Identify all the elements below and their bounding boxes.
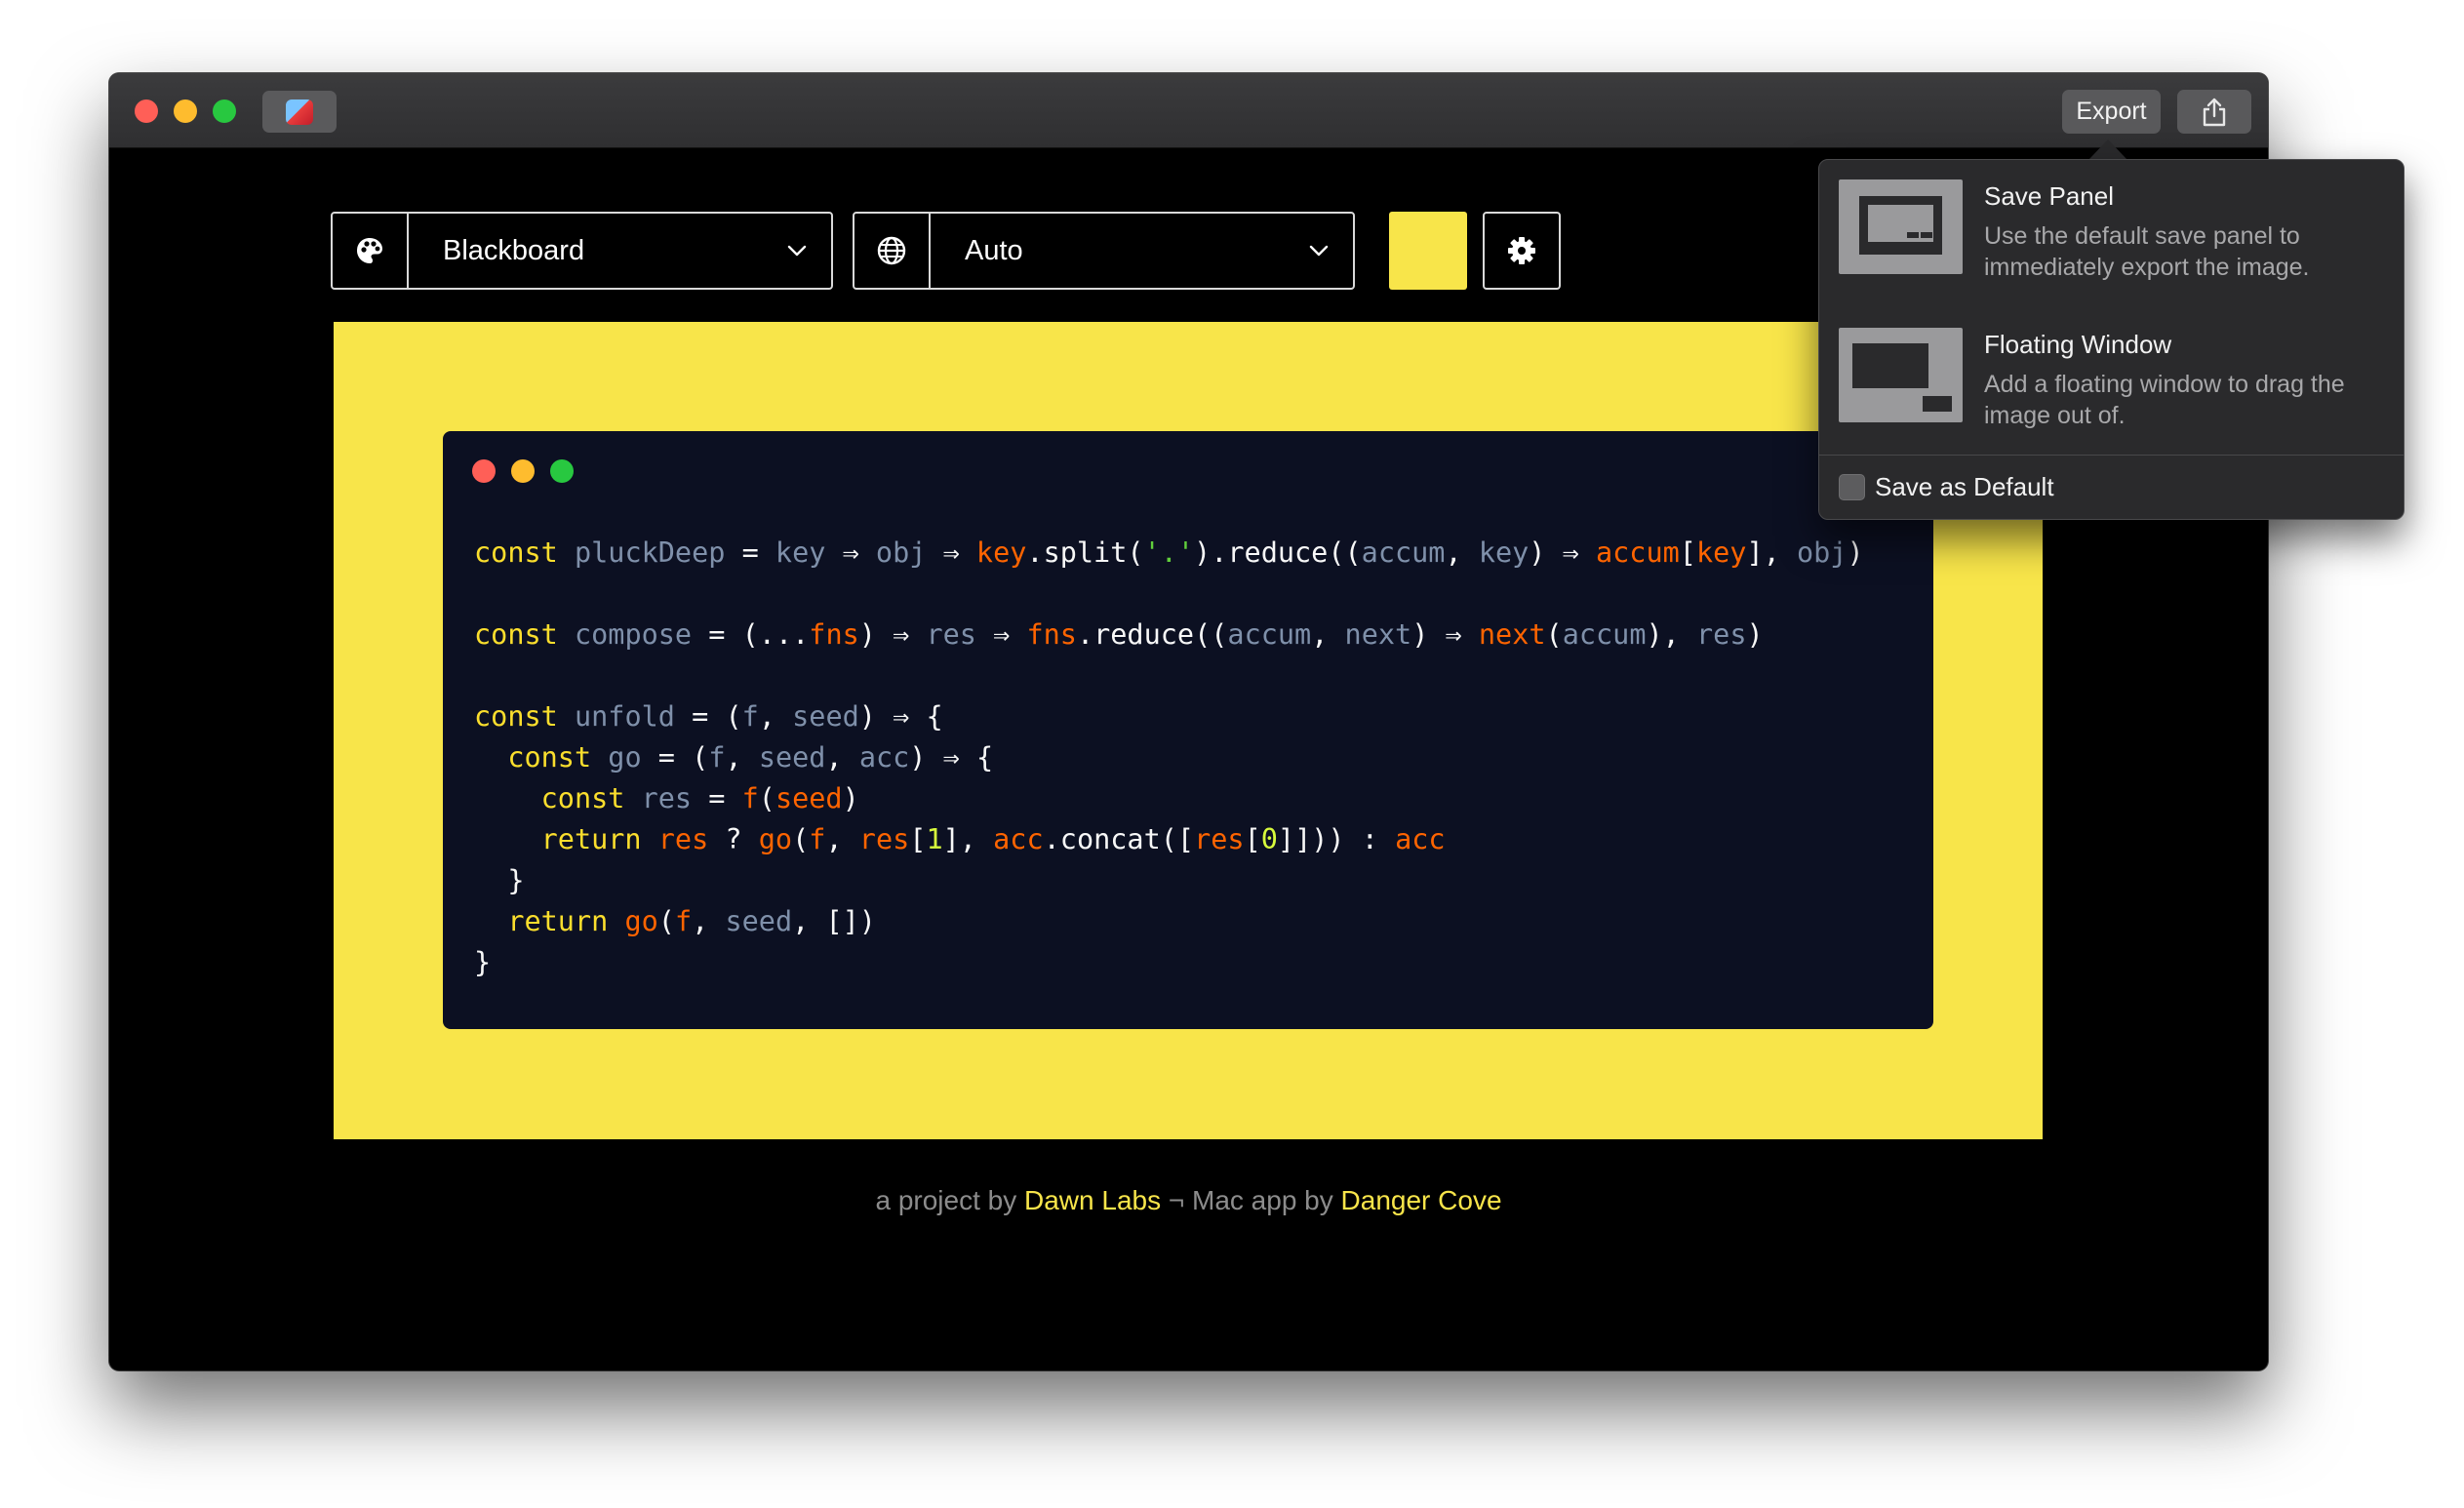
floating-window-description: Add a floating window to drag the image … xyxy=(1984,371,2345,429)
palette-icon xyxy=(333,214,409,288)
dawn-labs-link[interactable]: Dawn Labs xyxy=(1024,1185,1161,1215)
share-icon xyxy=(2203,98,2226,126)
image-canvas: const pluckDeep = key ⇒ obj ⇒ key.split(… xyxy=(334,322,2043,1139)
code-window-red-dot xyxy=(472,459,496,483)
zoom-window-button[interactable] xyxy=(213,99,236,123)
code-window-yellow-dot xyxy=(511,459,535,483)
code-line: const go = (f, seed, acc) ⇒ { xyxy=(507,741,994,774)
code-line: const unfold = (f, seed) ⇒ { xyxy=(474,700,943,733)
save-as-default-label: Save as Default xyxy=(1875,472,2054,501)
theme-dropdown[interactable]: Blackboard xyxy=(331,212,833,290)
code-line: const res = f(seed) xyxy=(540,782,859,814)
danger-cove-link[interactable]: Danger Cove xyxy=(1341,1185,1502,1215)
footer: a project by Dawn Labs ¬ Mac app by Dang… xyxy=(109,1185,2268,1216)
theme-select-value: Blackboard xyxy=(443,234,585,266)
app-icon-button[interactable] xyxy=(262,91,337,133)
background-color-picker[interactable] xyxy=(1389,212,1467,290)
close-window-button[interactable] xyxy=(135,99,158,123)
save-panel-description: Use the default save panel to immediatel… xyxy=(1984,222,2310,281)
share-button[interactable] xyxy=(2177,90,2251,134)
save-panel-title: Save Panel xyxy=(1984,181,2114,211)
code-window-green-dot xyxy=(550,459,574,483)
chevron-down-icon xyxy=(1285,245,1353,257)
footer-prefix: a project by xyxy=(875,1185,1024,1215)
popover-divider xyxy=(1819,455,2404,456)
export-menu-popover: Save Panel Use the default save panel to… xyxy=(1818,159,2404,520)
code-line: return res ? go(f, res[1], acc.concat([r… xyxy=(540,823,1446,855)
save-panel-option[interactable]: Save Panel Use the default save panel to… xyxy=(1839,179,2385,281)
language-dropdown[interactable]: Auto xyxy=(853,212,1355,290)
code-line: return go(f, seed, []) xyxy=(507,905,876,937)
footer-separator: ¬ Mac app by xyxy=(1161,1185,1341,1215)
code-line: } xyxy=(474,946,492,978)
save-panel-icon xyxy=(1839,179,1963,274)
code-editor[interactable]: const pluckDeep = key ⇒ obj ⇒ key.split(… xyxy=(474,533,1864,983)
code-line: const compose = (...fns) ⇒ res ⇒ fns.red… xyxy=(474,618,1764,651)
carbon-app-icon xyxy=(286,99,313,125)
settings-button[interactable] xyxy=(1483,212,1561,290)
language-select-value: Auto xyxy=(965,234,1023,266)
save-as-default-checkbox[interactable] xyxy=(1839,474,1865,500)
code-window[interactable]: const pluckDeep = key ⇒ obj ⇒ key.split(… xyxy=(443,431,1933,1029)
floating-window-icon xyxy=(1839,328,1963,422)
floating-window-title: Floating Window xyxy=(1984,330,2172,359)
popover-arrow xyxy=(2088,139,2127,160)
globe-icon xyxy=(854,214,931,288)
code-line: } xyxy=(507,864,525,896)
gear-icon xyxy=(1508,237,1535,264)
export-button[interactable]: Export xyxy=(2062,90,2161,134)
chevron-down-icon xyxy=(763,245,831,257)
minimize-window-button[interactable] xyxy=(174,99,197,123)
titlebar: Export xyxy=(109,73,2268,148)
floating-window-option[interactable]: Floating Window Add a floating window to… xyxy=(1839,328,2385,429)
code-line: const pluckDeep = key ⇒ obj ⇒ key.split(… xyxy=(474,536,1864,569)
